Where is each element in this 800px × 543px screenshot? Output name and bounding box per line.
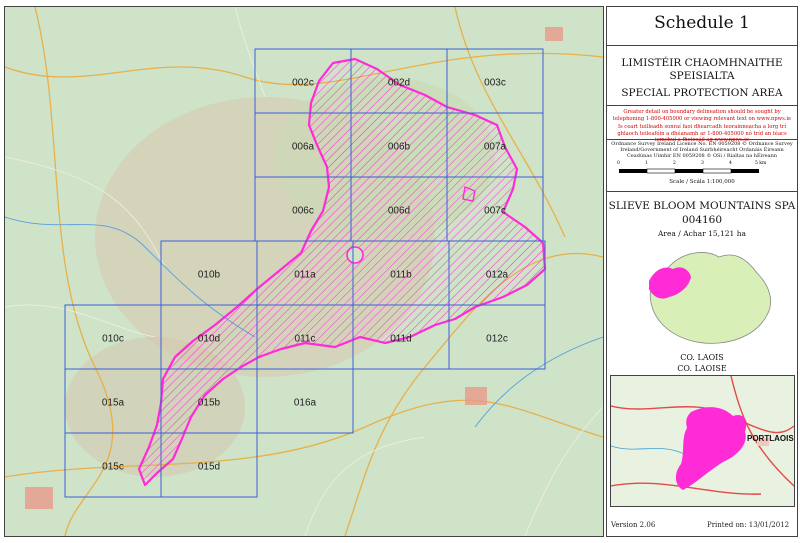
tile-label: 012c [486, 333, 508, 345]
inset-map[interactable]: PORTLAOISE [610, 375, 795, 507]
tile-label: 007a [483, 141, 507, 153]
scale-label: Scale / Scála 1:100,000 [669, 179, 735, 185]
tile-label: 006c [292, 205, 314, 217]
scale-tick: 4 [729, 161, 732, 166]
tile-label: 010b [197, 269, 221, 281]
tile-label: 011d [390, 333, 412, 345]
version: Version 2.06 [611, 521, 656, 529]
tile-label: 016a [293, 397, 317, 409]
tile-label: 011a [294, 269, 316, 281]
county-outline [649, 252, 771, 344]
tile-label: 010d [197, 333, 221, 345]
scale-tick: 3 [701, 161, 704, 166]
tile-label: 012a [485, 269, 509, 281]
tile-label: 015c [102, 461, 124, 473]
schedule-title: Schedule 1 [654, 13, 750, 33]
scale-tick: 2 [673, 161, 676, 166]
header-irish-line2: SPEISIALTA [669, 70, 735, 82]
divider [607, 45, 797, 46]
spa-code: 004160 [681, 214, 723, 226]
spa-name: SLIEVE BLOOM MOUNTAINS SPA [608, 200, 796, 212]
spa-exclusion [346, 246, 364, 264]
spa-area: Area / Achar 15,121 ha [657, 229, 747, 238]
town-block [25, 487, 53, 509]
county-irish: CO. LAOISE [677, 364, 727, 373]
tile-label: 007c [484, 205, 506, 217]
printed-date: Printed on: 13/01/2012 [707, 521, 790, 529]
tile-label: 015a [101, 397, 125, 409]
tile-label: 003c [484, 77, 506, 89]
warning-english: Greater detail on boundary delineation s… [612, 109, 792, 122]
county-locator [649, 252, 771, 344]
tile-label: 011b [390, 269, 412, 281]
tile-label: 006d [387, 205, 411, 217]
divider [607, 139, 797, 140]
divider [607, 105, 797, 106]
divider [607, 191, 797, 192]
tile-label: 015d [197, 461, 221, 473]
header-irish-line1: LIMISTÉIR CHAOMHNAITHE [621, 57, 783, 69]
tile-label: 002d [387, 77, 411, 89]
scale-tick: 0 [617, 161, 620, 166]
tile-label: 002c [292, 77, 314, 89]
inset-town-label: PORTLAOISE [747, 434, 795, 443]
header-english: SPECIAL PROTECTION AREA [621, 87, 783, 99]
town-block [545, 27, 563, 41]
county-english: CO. LAOIS [680, 353, 724, 362]
tile-label: 010c [102, 333, 124, 345]
tile-label: 011c [294, 333, 316, 345]
main-map[interactable]: 002c 002d 003c 006a 006b 007a 006c 006d … [4, 6, 604, 537]
map-sheet: 002c 002d 003c 006a 006b 007a 006c 006d … [0, 0, 800, 543]
tile-label: 006a [291, 141, 315, 153]
scale-tick: 5 km [755, 161, 767, 166]
scale-tick: 1 [645, 161, 648, 166]
town-block [465, 387, 487, 405]
legend-panel: Schedule 1 LIMISTÉIR CHAOMHNAITHE SPEISI… [606, 6, 798, 537]
tile-label: 015b [197, 397, 221, 409]
tile-label: 006b [387, 141, 411, 153]
